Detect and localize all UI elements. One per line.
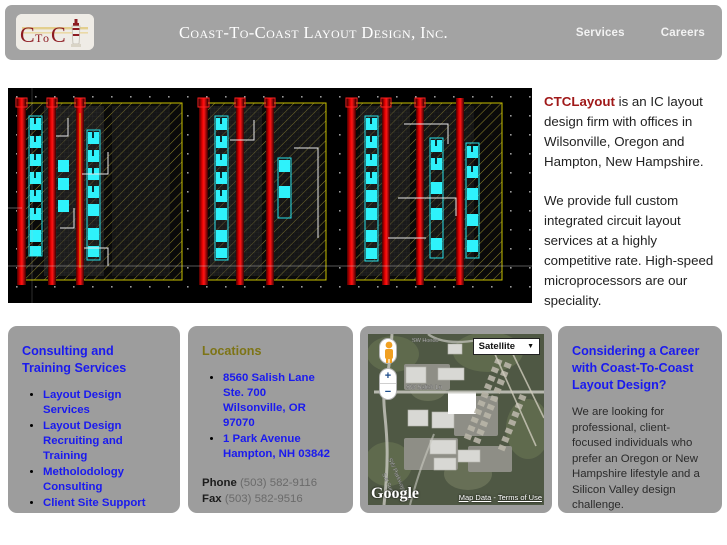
service-link-layout-design-services[interactable]: Layout Design Services [43,388,166,418]
nav-item-services[interactable]: Services [576,27,625,39]
panel-locations-title: Locations [202,344,262,358]
phone-label: Phone [202,477,237,489]
address-2-line-1: 1 Park Avenue [223,433,301,445]
service-link-client-site-support[interactable]: Client Site Support [43,496,166,511]
locations-list: 8560 Salish Lane Ste. 700 Wilsonville, O… [223,371,339,462]
fax-row: Fax (503) 582-9516 [202,491,339,507]
panel-map: SW Salish Ln SW Parkway Ave SW Sun Pl SW… [360,326,552,513]
logo-image: C T o C [16,14,94,50]
svg-text:o: o [43,31,49,45]
list-item: Layout Design Services [43,388,166,418]
fax-value: (503) 582-9516 [224,493,303,505]
google-map[interactable]: SW Salish Ln SW Parkway Ave SW Sun Pl SW… [368,334,544,505]
list-item: 1 Park Avenue Hampton, NH 03842 [223,432,339,462]
service-link-recruiting-training[interactable]: Layout Design Recruiting and Training [43,419,166,464]
intro-paragraph-2: We provide full custom integrated circui… [544,193,714,308]
contact-info: Phone (503) 582-9116 Fax (503) 582-9516 [202,475,339,507]
address-1-line-3: Wilsonville, OR 97070 [223,402,306,429]
panel-services-title[interactable]: Consulting and Training Services [22,343,166,377]
panel-locations: Locations 8560 Salish Lane Ste. 700 Wils… [188,326,353,513]
address-1-line-1: 8560 Salish Lane [223,372,315,384]
address-1-line-2: Ste. 700 [223,387,267,399]
address-2-line-2: Hampton, NH 03842 [223,448,330,460]
map-zoom-controls[interactable]: + − [379,368,397,400]
zoom-out-button[interactable]: − [380,384,396,399]
map-type-label: Satellite [478,341,516,352]
map-street-label-salish: SW Salish Ln [406,385,442,391]
google-logo: Google [371,485,419,502]
ic-layout-hero-image [8,88,532,303]
list-item: 8560 Salish Lane Ste. 700 Wilsonville, O… [223,371,339,431]
phone-row: Phone (503) 582-9116 [202,475,339,491]
ic-layout-graphic [8,88,532,303]
careers-body-text: We are looking for professional, client-… [572,406,700,511]
intro-paragraph-1: CTCLayout is an IC layout design firm wi… [544,92,722,172]
map-data-link[interactable]: Map Data [459,493,492,502]
svg-text:T: T [35,31,43,45]
panel-careers: Considering a Career with Coast-To-Coast… [558,326,722,513]
pegman-glyph [385,341,393,363]
map-street-label-hondo: SW Hondo [412,338,439,344]
fax-label: Fax [202,493,222,505]
chevron-down-icon: ▼ [527,343,534,350]
panel-consulting-services: Consulting and Training Services Layout … [8,326,180,513]
site-logo[interactable]: C T o C [16,14,94,50]
intro-text-block: CTCLayout is an IC layout design firm wi… [544,92,722,311]
list-item: Client Site Support [43,496,166,511]
main-nav: Services Careers [576,5,705,60]
terms-of-use-link[interactable]: Terms of Use [498,493,542,502]
pegman-street-view-icon[interactable] [379,338,397,364]
list-item: Layout Design Recruiting and Training [43,419,166,464]
nav-item-careers[interactable]: Careers [661,27,705,39]
page-root: C T o C Coast-To-Coast Layout Design, In… [0,0,727,545]
panel-careers-title[interactable]: Considering a Career with Coast-To-Coast… [572,343,708,394]
svg-text:C: C [51,22,66,47]
service-link-methodology-consulting[interactable]: Metholodology Consulting [43,465,166,495]
map-attribution: Map Data - Terms of Use [459,493,542,502]
zoom-in-button[interactable]: + [380,369,396,384]
site-header: C T o C Coast-To-Coast Layout Design, In… [5,5,722,60]
list-item: Metholodology Consulting [43,465,166,495]
phone-value: (503) 582-9116 [239,477,318,489]
brand-name: CTCLayout [544,94,615,109]
svg-text:C: C [20,22,35,47]
services-list: Layout Design Services Layout Design Rec… [43,388,166,511]
map-type-selector[interactable]: Satellite ▼ [472,338,540,355]
